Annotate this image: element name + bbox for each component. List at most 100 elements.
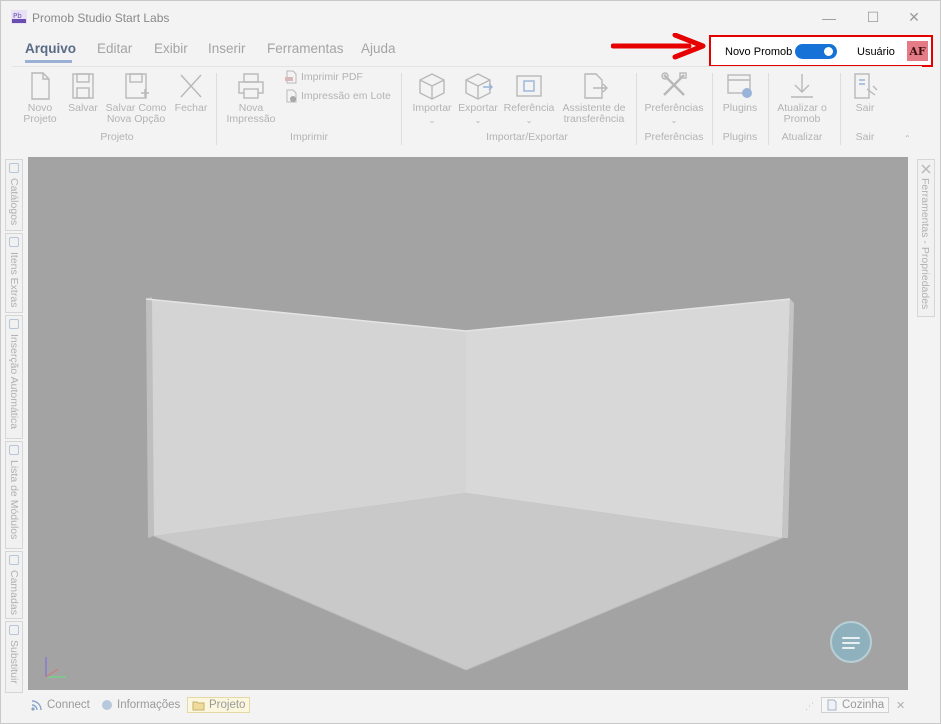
catalog-icon [9,163,19,173]
avatar[interactable]: AF [907,41,928,61]
window-title: Promob Studio Start Labs [32,11,170,25]
annotation-arrow-icon [611,33,706,60]
dock-tab-substituir[interactable]: Substituir [5,621,23,693]
referencia-label: Referência [503,102,555,114]
salvar-como-label-2: Nova Opção [106,113,166,125]
save-icon [72,73,94,99]
projeto-label: Projeto [209,699,246,711]
exit-icon [854,73,878,99]
assistente-transferencia-button[interactable]: Assistente de transferência [558,71,630,125]
projeto-tab[interactable]: Projeto [187,697,251,713]
group-label-atualizar: Atualizar [781,131,823,143]
ribbon-separator [712,73,713,145]
tab-arquivo[interactable]: Arquivo [25,41,76,56]
group-label-imprimir: Imprimir [290,131,328,143]
tools-icon [661,72,687,96]
novo-projeto-button[interactable]: Novo Projeto [20,71,60,125]
module-list-icon [9,445,19,455]
dock-tab-insercao-automatica[interactable]: Inserção Automática [5,315,23,439]
dock-tab-ferramentas-propriedades[interactable]: Ferramentas - Propriedades [917,159,935,317]
close-button[interactable]: ✕ [892,1,936,34]
exportar-button[interactable]: Exportar ⌄ [456,71,500,126]
fechar-label: Fechar [174,102,208,114]
salvar-como-button[interactable]: Salvar Como Nova Opção [104,71,168,125]
pdf-icon [285,70,297,84]
plugins-icon [727,74,752,98]
chevron-down-icon: ⌄ [474,116,482,125]
cozinha-label: Cozinha [842,699,885,711]
3d-viewport[interactable] [28,157,908,690]
sair-button[interactable]: Sair [846,71,884,114]
status-bar: Connect Informações Projeto ⋰ Cozinha ✕ [1,693,940,723]
tab-inserir[interactable]: Inserir [208,41,246,56]
chevron-down-icon: ⌄ [525,116,533,125]
chevron-down-icon: ⌄ [428,116,436,125]
referencia-button[interactable]: Referência ⌄ [502,71,556,126]
tab-ajuda[interactable]: Ajuda [361,41,396,56]
import-box-icon [419,73,445,100]
group-label-plugins: Plugins [722,131,758,143]
cozinha-document-tab[interactable]: Cozinha [821,697,890,713]
export-box-icon [465,73,493,100]
dock-tab-label: Inserção Automática [8,334,20,430]
dock-tab-camadas[interactable]: Camadas [5,551,23,619]
dock-tab-lista-modulos[interactable]: Lista de Módulos [5,441,23,549]
imprimir-pdf-label: Imprimir PDF [301,71,363,83]
fechar-button[interactable]: Fechar [172,71,210,114]
plugins-label: Plugins [722,102,758,114]
title-bar: Pb Promob Studio Start Labs — ☐ ✕ [1,1,940,34]
tab-exibir[interactable]: Exibir [154,41,188,56]
layers-icon [9,555,19,565]
extras-icon [9,237,19,247]
room-3d-render [45,297,794,678]
group-label-projeto: Projeto [100,131,134,143]
nova-impressao-button[interactable]: Nova Impressão [224,71,278,125]
ribbon-separator [636,73,637,145]
user-label[interactable]: Usuário [857,46,895,58]
novo-promob-toggle[interactable] [795,44,837,59]
toggle-knob [824,47,833,56]
ribbon-separator [216,73,217,145]
informacoes-tab[interactable]: Informações [101,699,180,711]
new-file-icon [31,72,50,100]
tools-icon [921,164,931,174]
printer-icon [238,73,264,99]
dock-tab-itens-extras[interactable]: Itens Extras [5,233,23,313]
ribbon-separator [768,73,769,145]
reference-icon [516,75,542,97]
atualizar-promob-button[interactable]: Atualizar o Promob [770,71,834,125]
plugins-button[interactable]: Plugins [718,71,762,114]
ribbon-collapse-icon[interactable]: ⌃ [904,134,911,143]
importar-button[interactable]: Importar ⌄ [410,71,454,126]
close-document-button[interactable]: ✕ [896,699,905,712]
dock-tab-label: Ferramentas - Propriedades [919,178,931,310]
maximize-button[interactable]: ☐ [851,1,895,34]
nova-impressao-label-2: Impressão [226,113,276,125]
connect-label: Connect [47,699,90,711]
imprimir-pdf-button[interactable]: Imprimir PDF [284,70,363,84]
group-label-importar-exportar: Importar/Exportar [486,131,568,143]
auto-insert-icon [9,319,19,329]
group-label-sair: Sair [855,131,875,143]
rss-connect-icon [31,700,42,711]
dock-tab-label: Lista de Módulos [8,460,20,540]
tab-ferramentas[interactable]: Ferramentas [267,41,344,56]
impressao-lote-label: Impressão em Lote [301,90,391,102]
informacoes-label: Informações [117,699,181,711]
salvar-button[interactable]: Salvar [64,71,102,114]
active-tab-indicator [25,60,72,63]
minimize-button[interactable]: — [807,1,851,34]
folder-icon [192,701,205,710]
tab-editar[interactable]: Editar [97,41,132,56]
assistente-label-2: transferência [563,113,625,125]
exportar-label: Exportar [458,102,498,114]
document-icon [827,699,837,711]
preferencias-button[interactable]: Preferências ⌄ [642,71,706,126]
resize-grip-icon: ⋰ [805,701,814,711]
chat-button[interactable] [830,621,872,663]
promob-logo-icon: Pb [11,10,27,24]
connect-button[interactable]: Connect [31,699,90,711]
impressao-lote-button[interactable]: Impressão em Lote [284,89,391,103]
svg-text:Pb: Pb [13,12,22,20]
dock-tab-catalogos[interactable]: Catálogos [5,159,23,231]
